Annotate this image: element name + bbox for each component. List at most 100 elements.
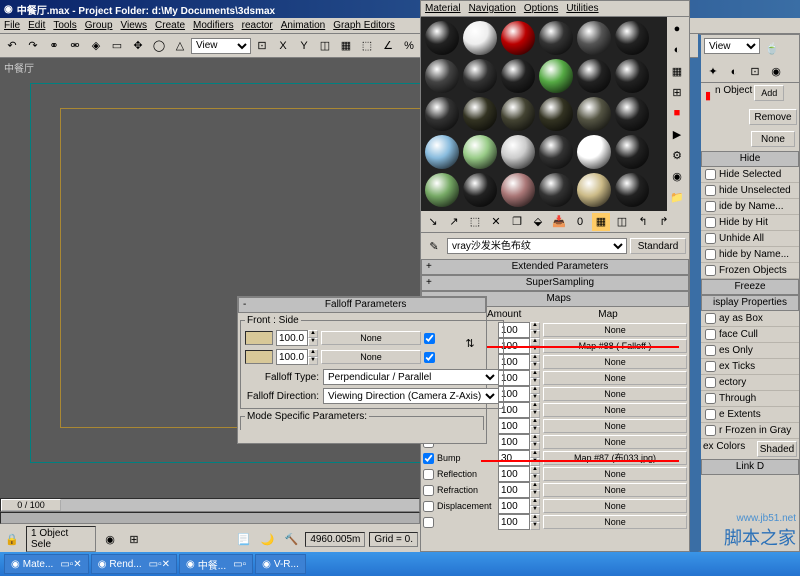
map-enable-check[interactable] — [423, 453, 434, 464]
falloff-header[interactable]: -Falloff Parameters — [238, 297, 486, 313]
display-option-check[interactable] — [705, 217, 716, 228]
front-enable-check[interactable] — [424, 333, 435, 344]
bind-icon[interactable]: ◈ — [86, 36, 106, 56]
script-icon[interactable]: 📃 — [233, 529, 253, 549]
pick-icon[interactable]: ✎ — [424, 236, 444, 256]
video-check-icon[interactable]: ■ — [667, 103, 687, 123]
refcoord2-dropdown[interactable]: View — [704, 38, 760, 54]
select-by-mat-icon[interactable]: ◉ — [667, 166, 687, 186]
motion-tab-icon[interactable]: ◉ — [766, 62, 786, 82]
display-option-check[interactable] — [705, 409, 716, 420]
assign-icon[interactable]: ⬚ — [465, 212, 485, 232]
map-amount[interactable] — [498, 434, 530, 450]
material-sample[interactable] — [615, 135, 649, 169]
display-option-check[interactable] — [705, 233, 716, 244]
go-sibling-icon[interactable]: ↱ — [654, 212, 674, 232]
front-map-button[interactable]: None — [321, 331, 421, 345]
material-sample[interactable] — [577, 173, 611, 207]
map-slot-button[interactable]: None — [543, 419, 687, 433]
show-map-icon[interactable]: ▦ — [591, 212, 611, 232]
material-sample[interactable] — [577, 21, 611, 55]
menu-utilities[interactable]: Utilities — [566, 3, 598, 14]
material-sample[interactable] — [539, 173, 573, 207]
menu-reactor[interactable]: reactor — [242, 20, 273, 31]
swap-icon[interactable]: ⇅ — [460, 333, 480, 353]
backlight-icon[interactable]: ◐ — [667, 40, 687, 60]
preview-icon[interactable]: ▶ — [667, 124, 687, 144]
select-icon[interactable]: ▭ — [107, 36, 127, 56]
map-slot-button[interactable]: None — [543, 515, 687, 529]
copy-icon[interactable]: ❐ — [507, 212, 527, 232]
map-slot-button[interactable]: None — [543, 483, 687, 497]
menu-file[interactable]: File — [4, 20, 20, 31]
map-amount[interactable] — [498, 466, 530, 482]
go-parent-icon[interactable]: ↰ — [633, 212, 653, 232]
remove-button[interactable]: Remove — [749, 109, 797, 125]
map-slot-button[interactable]: None — [543, 403, 687, 417]
material-sample[interactable] — [463, 97, 497, 131]
material-sample[interactable] — [463, 135, 497, 169]
display-option-check[interactable] — [705, 169, 716, 180]
link-display-rollout[interactable]: Link D — [701, 459, 799, 475]
menu-views[interactable]: Views — [121, 20, 148, 31]
make-unique-icon[interactable]: ⬙ — [528, 212, 548, 232]
front-amount[interactable] — [276, 330, 308, 346]
map-slot-button[interactable]: None — [543, 435, 687, 449]
task-scene[interactable]: ◉中餐...▭▫ — [179, 554, 253, 574]
falloff-type-dropdown[interactable]: Perpendicular / Parallel — [323, 369, 499, 385]
map-enable-check[interactable] — [423, 501, 434, 512]
material-sample[interactable] — [615, 21, 649, 55]
rollout-header[interactable]: Freeze — [701, 279, 799, 295]
rollout-extended[interactable]: +Extended Parameters — [421, 259, 689, 275]
falloff-dir-dropdown[interactable]: Viewing Direction (Camera Z-Axis) — [323, 388, 499, 404]
material-sample[interactable] — [615, 59, 649, 93]
snap-icon[interactable]: ⬚ — [357, 36, 377, 56]
display-option-check[interactable] — [705, 393, 716, 404]
material-sample[interactable] — [425, 173, 459, 207]
task-vray[interactable]: ◉V-R... — [255, 554, 306, 574]
display-option-check[interactable] — [705, 329, 716, 340]
align-icon[interactable]: ▦ — [336, 36, 356, 56]
time-slider[interactable]: 0 / 100 — [1, 499, 61, 511]
hierarchy-tab-icon[interactable]: ⊡ — [745, 62, 765, 82]
create-tab-icon[interactable]: ✦ — [703, 62, 723, 82]
map-slot-button[interactable]: None — [543, 467, 687, 481]
material-sample[interactable] — [425, 97, 459, 131]
refcoord-dropdown[interactable]: View — [191, 38, 251, 54]
options-icon[interactable]: ⚙ — [667, 145, 687, 165]
menu-options[interactable]: Options — [524, 3, 558, 14]
scale-icon[interactable]: △ — [170, 36, 190, 56]
mirror-icon[interactable]: ◫ — [315, 36, 335, 56]
keymode-icon[interactable]: ⊞ — [124, 529, 144, 549]
map-slot-button[interactable]: None — [543, 323, 687, 337]
side-amount[interactable] — [276, 349, 308, 365]
show-result-icon[interactable]: ◫ — [612, 212, 632, 232]
rollout-header[interactable]: Hide — [701, 151, 799, 167]
side-map-button[interactable]: None — [321, 350, 421, 364]
material-sample[interactable] — [463, 21, 497, 55]
red-flag-icon[interactable]: ▮ — [703, 85, 713, 105]
moon-icon[interactable]: 🌙 — [257, 529, 277, 549]
material-sample[interactable] — [463, 173, 497, 207]
material-sample[interactable] — [501, 21, 535, 55]
percent-snap-icon[interactable]: % — [399, 36, 419, 56]
task-mate[interactable]: ◉Mate...▭▫✕ — [4, 554, 89, 574]
menu-tools[interactable]: Tools — [53, 20, 76, 31]
display-option-check[interactable] — [705, 201, 716, 212]
menu-animation[interactable]: Animation — [281, 20, 325, 31]
material-sample[interactable] — [539, 97, 573, 131]
display-option-check[interactable] — [705, 361, 716, 372]
display-option-check[interactable] — [705, 265, 716, 276]
background-icon[interactable]: ▦ — [667, 61, 687, 81]
color-swatch-front[interactable] — [245, 331, 273, 345]
material-sample[interactable] — [501, 97, 535, 131]
menu-grapheditors[interactable]: Graph Editors — [333, 20, 395, 31]
mat-id-icon[interactable]: 0 — [570, 212, 590, 232]
menu-group[interactable]: Group — [85, 20, 113, 31]
material-sample[interactable] — [425, 59, 459, 93]
redo-icon[interactable]: ↷ — [23, 36, 43, 56]
material-sample[interactable] — [539, 135, 573, 169]
link-icon[interactable]: ⚭ — [44, 36, 64, 56]
material-sample[interactable] — [615, 97, 649, 131]
modify-tab-icon[interactable]: ◐ — [724, 62, 744, 82]
